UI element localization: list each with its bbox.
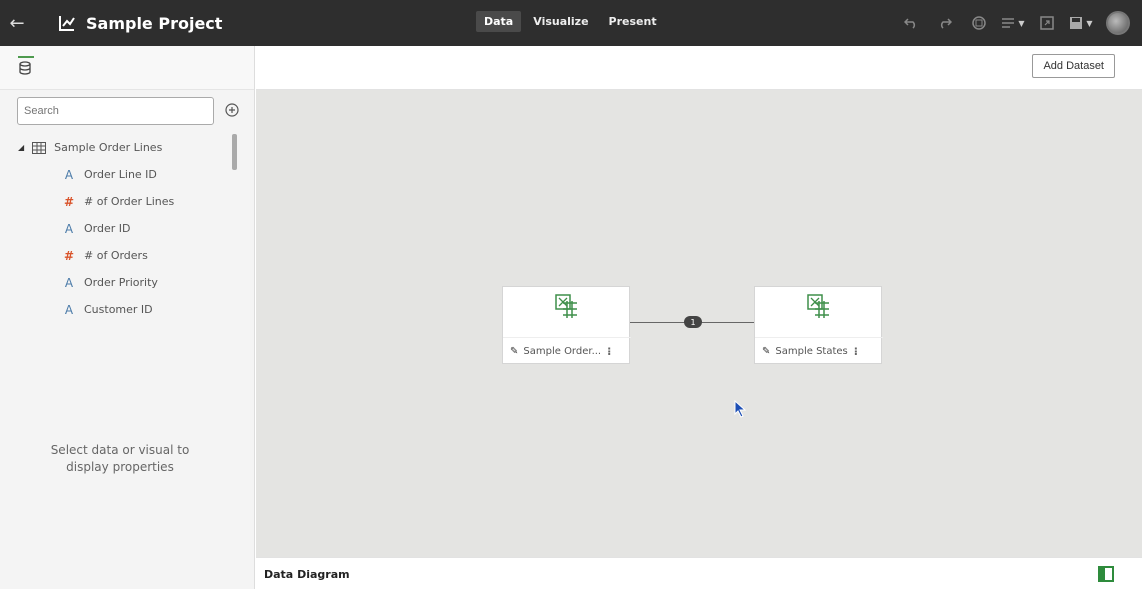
node-label-bar: ✎ Sample Order... ⁝ [503,337,631,365]
menu-icon[interactable]: ▼ [996,0,1030,46]
column-row-order-priority[interactable]: A Order Priority [0,269,240,296]
column-row-num-orders[interactable]: # # of Orders [0,242,240,269]
project-title: Sample Project [86,13,223,33]
expand-triangle-icon[interactable]: ◢ [18,143,24,152]
column-row-order-line-id[interactable]: A Order Line ID [0,161,240,188]
tab-data[interactable]: Data [476,11,522,32]
column-label: # of Orders [84,249,148,262]
data-element-tree: ◢ Sample Order Lines A Order Line ID # #… [0,134,240,323]
toolbar-icons: ▼ ▼ [894,0,1142,46]
mode-tabs: Data Visualize Present [476,11,665,32]
more-options-icon[interactable]: ⁝ [854,345,858,358]
column-label: # of Order Lines [84,195,175,208]
dataset-table-icon [32,141,47,154]
column-row-order-id[interactable]: A Order ID [0,215,240,242]
dataset-node-order-lines[interactable]: ✎ Sample Order... ⁝ [502,286,631,365]
column-label: Order Priority [84,276,158,289]
properties-message: Select data or visual to display propert… [50,443,190,474]
measure-icon: # [63,194,75,209]
node-label: Sample Order... [523,346,602,357]
attribute-icon: A [64,275,74,290]
refresh-icon[interactable] [962,0,996,46]
export-icon[interactable] [1030,0,1064,46]
column-row-customer-id[interactable]: A Customer ID [0,296,240,323]
dataset-name: Sample Order Lines [54,141,163,154]
footer-title: Data Diagram [264,568,350,581]
join-count-badge[interactable]: 1 [684,316,702,328]
pencil-icon[interactable]: ✎ [762,346,770,357]
spreadsheet-dataset-icon [555,294,577,318]
canvas-toolstrip: Add Dataset [256,46,1142,90]
project-header: Sample Project [58,0,222,46]
tab-present[interactable]: Present [601,11,665,32]
attribute-icon: A [64,221,74,236]
measure-icon: # [63,248,75,263]
column-label: Order ID [84,222,131,235]
save-icon[interactable]: ▼ [1064,0,1098,46]
avatar-icon[interactable] [1106,11,1130,35]
mouse-cursor-icon [734,400,747,418]
database-icon[interactable] [18,56,34,76]
dataset-node-states[interactable]: ✎ Sample States ⁝ [754,286,883,365]
add-circle-icon[interactable] [223,101,241,119]
pencil-icon[interactable]: ✎ [510,346,518,357]
add-dataset-button[interactable]: Add Dataset [1032,54,1115,78]
diagram-footer: Data Diagram [256,557,1142,589]
redo-icon[interactable] [928,0,962,46]
column-label: Customer ID [84,303,153,316]
tab-visualize[interactable]: Visualize [525,11,596,32]
back-arrow-icon[interactable]: ← [0,0,34,46]
node-label-bar: ✎ Sample States ⁝ [755,337,883,365]
column-label: Order Line ID [84,168,157,181]
chart-icon [59,16,75,31]
column-row-num-order-lines[interactable]: # # of Order Lines [0,188,240,215]
top-bar: ← Sample Project Data Visualize Present … [0,0,1142,46]
data-diagram-canvas[interactable]: 1 ✎ Sample Order... ⁝ ✎ Sample States ⁝ [256,90,1142,557]
node-label: Sample States [775,346,848,357]
attribute-icon: A [64,167,74,182]
spreadsheet-dataset-icon [807,294,829,318]
panel-toggle-icon[interactable] [1098,566,1114,582]
dataset-row[interactable]: ◢ Sample Order Lines [0,134,240,161]
data-panel-header [0,46,254,90]
attribute-icon: A [64,302,74,317]
tree-scrollbar[interactable] [232,134,237,170]
search-input[interactable] [17,97,214,125]
more-options-icon[interactable]: ⁝ [607,345,611,358]
undo-icon[interactable] [894,0,928,46]
